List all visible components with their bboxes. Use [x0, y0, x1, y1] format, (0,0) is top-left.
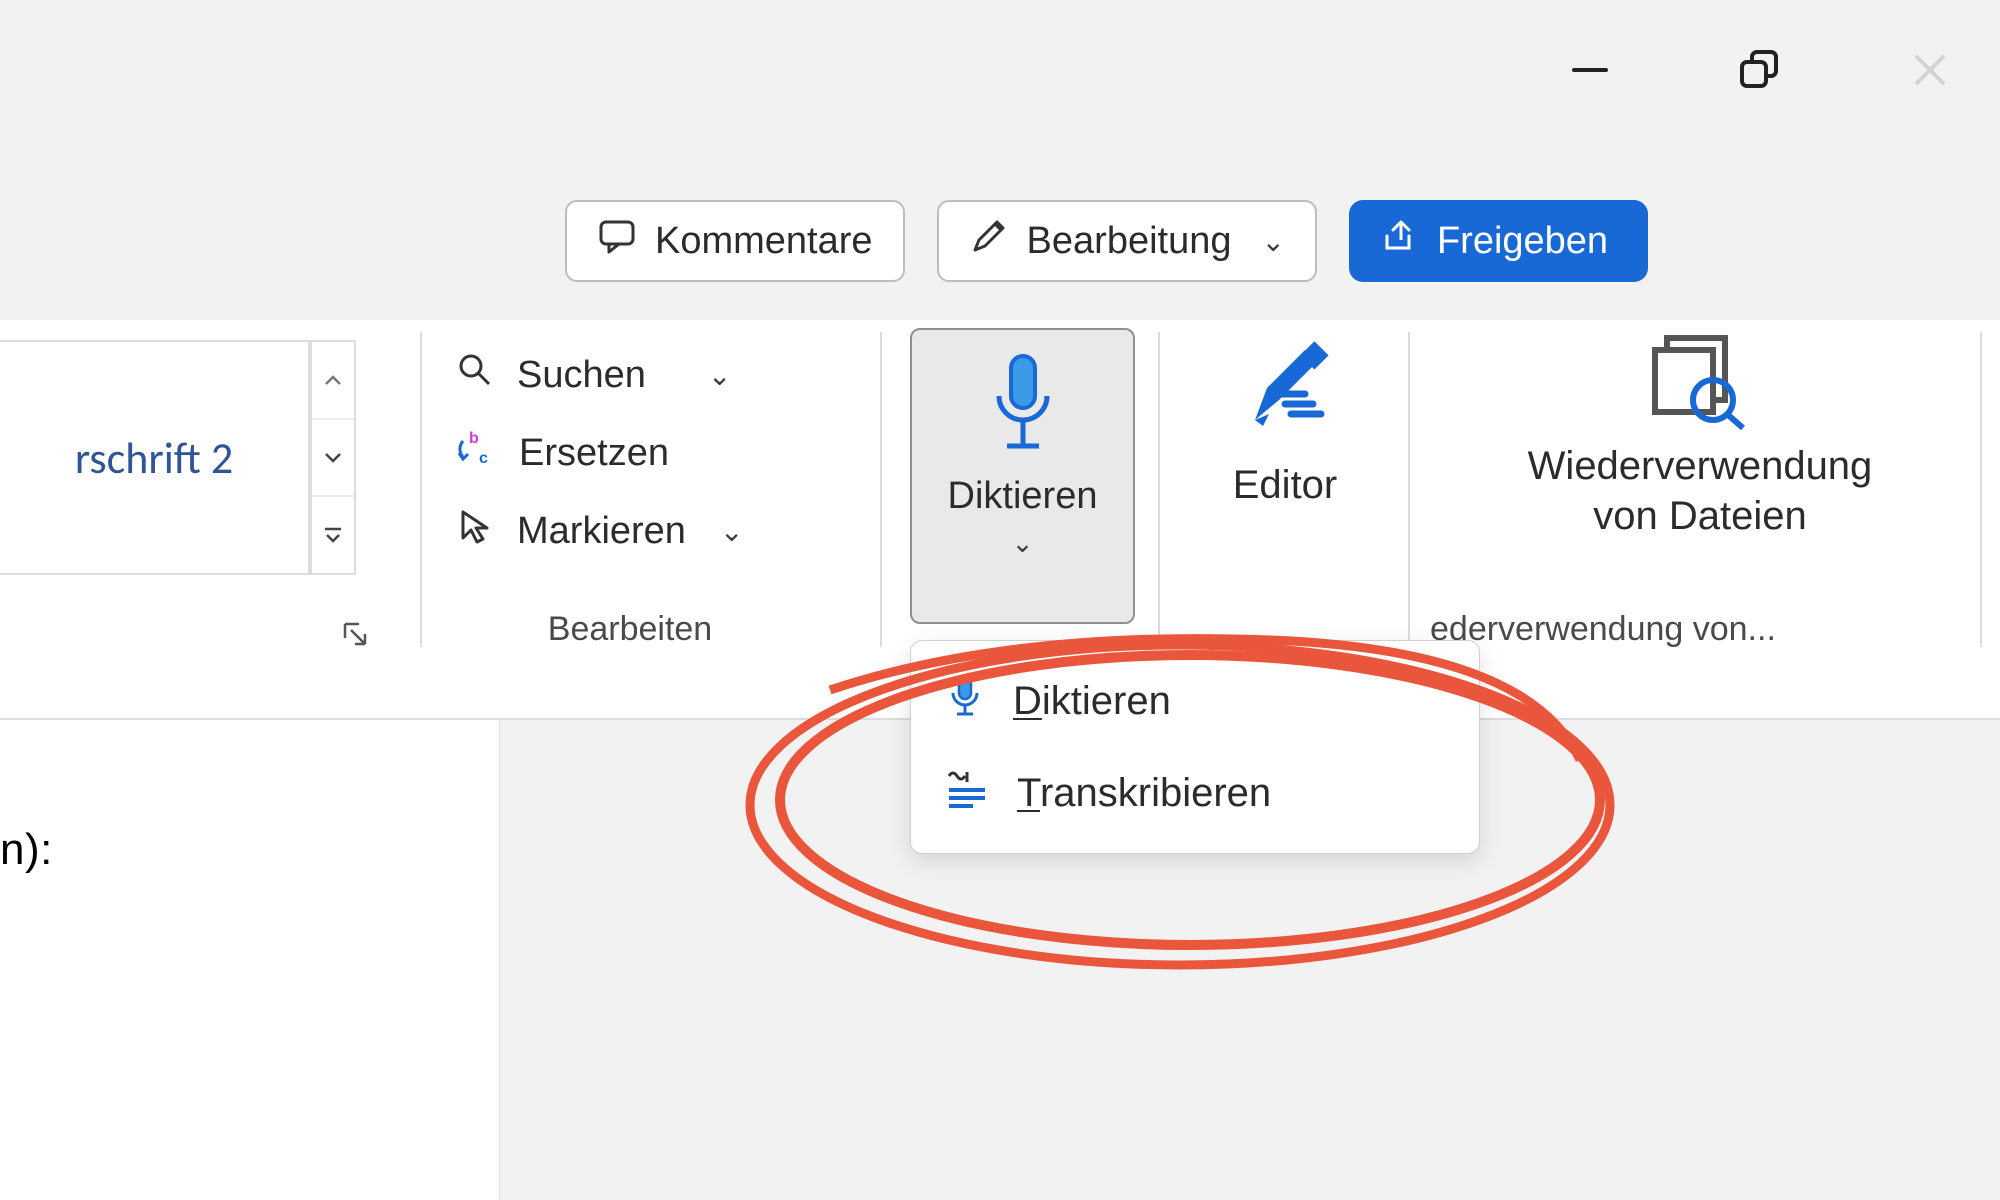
svg-text:b: b [469, 430, 479, 447]
replace-label: Ersetzen [519, 432, 669, 475]
ribbon-separator [1158, 332, 1160, 647]
styles-gallery-scroll [310, 340, 356, 575]
microphone-small-icon [945, 673, 985, 729]
edit-group: Suchen ⌄ b c Ersetzen Markieren ⌄ [440, 336, 820, 570]
microphone-icon [983, 350, 1063, 465]
restore-button[interactable] [1720, 40, 1800, 100]
transcribe-icon [945, 766, 989, 820]
document-visible-text: n): [0, 825, 53, 875]
edit-group-caption: Bearbeiten [440, 610, 820, 649]
editor-pen-icon [1235, 427, 1335, 444]
replace-button[interactable]: b c Ersetzen [440, 414, 820, 492]
svg-text:c: c [479, 450, 488, 467]
search-icon [455, 350, 495, 400]
comments-button[interactable]: Kommentare [565, 200, 905, 282]
dictate-dropdown-menu: Diktieren Transkribieren [910, 640, 1480, 854]
reuse-files-button[interactable]: Wiederverwendung von Dateien [1430, 330, 1970, 541]
gallery-more-button[interactable] [312, 497, 354, 573]
editor-button[interactable]: Editor [1170, 330, 1400, 508]
find-label: Suchen [517, 354, 646, 397]
share-label: Freigeben [1437, 220, 1608, 263]
document-page[interactable] [0, 720, 500, 1200]
dictate-split-button[interactable]: Diktieren ⌄ [910, 328, 1135, 624]
close-button[interactable] [1890, 40, 1970, 100]
reuse-label-line2: von Dateien [1593, 494, 1806, 538]
window-controls [1550, 40, 2000, 100]
dropdown-item-label: Diktieren [1013, 679, 1171, 724]
dropdown-item-dictate[interactable]: Diktieren [911, 655, 1479, 747]
style-name: rschrift 2 [75, 431, 233, 485]
styles-gallery-item[interactable]: rschrift 2 [0, 340, 310, 575]
select-label: Markieren [517, 510, 686, 553]
chevron-down-icon: ⌄ [1012, 528, 1034, 559]
cursor-icon [455, 506, 495, 556]
reuse-group-caption: ederverwendung von... [1430, 610, 1970, 649]
gallery-down-button[interactable] [312, 420, 354, 498]
ribbon-separator [880, 332, 882, 647]
share-button[interactable]: Freigeben [1349, 200, 1648, 282]
replace-icon: b c [455, 427, 497, 479]
pencil-icon [969, 216, 1009, 266]
chevron-down-icon: ⌄ [708, 359, 731, 392]
find-button[interactable]: Suchen ⌄ [440, 336, 820, 414]
minimize-button[interactable] [1550, 40, 1630, 100]
editing-mode-button[interactable]: Bearbeitung ⌄ [937, 200, 1317, 282]
comments-label: Kommentare [655, 220, 873, 263]
gallery-up-button[interactable] [312, 342, 354, 420]
comment-icon [597, 216, 637, 266]
chevron-down-icon: ⌄ [1261, 225, 1284, 258]
share-icon [1379, 216, 1419, 266]
dictate-label: Diktieren [948, 475, 1098, 518]
ribbon-separator [1408, 332, 1410, 647]
editor-label: Editor [1170, 463, 1400, 508]
reuse-files-icon [1645, 417, 1755, 434]
dropdown-item-transcribe[interactable]: Transkribieren [911, 747, 1479, 839]
ribbon-separator [420, 332, 422, 647]
reuse-label-line1: Wiederverwendung [1528, 444, 1873, 488]
dropdown-item-label: Transkribieren [1017, 771, 1271, 816]
editing-label: Bearbeitung [1027, 220, 1232, 263]
ribbon-separator [1980, 332, 1982, 647]
select-button[interactable]: Markieren ⌄ [440, 492, 820, 570]
chevron-down-icon: ⌄ [720, 515, 743, 548]
title-bar-actions: Kommentare Bearbeitung ⌄ Freigeben [565, 200, 1648, 282]
styles-dialog-launcher[interactable] [336, 615, 376, 655]
